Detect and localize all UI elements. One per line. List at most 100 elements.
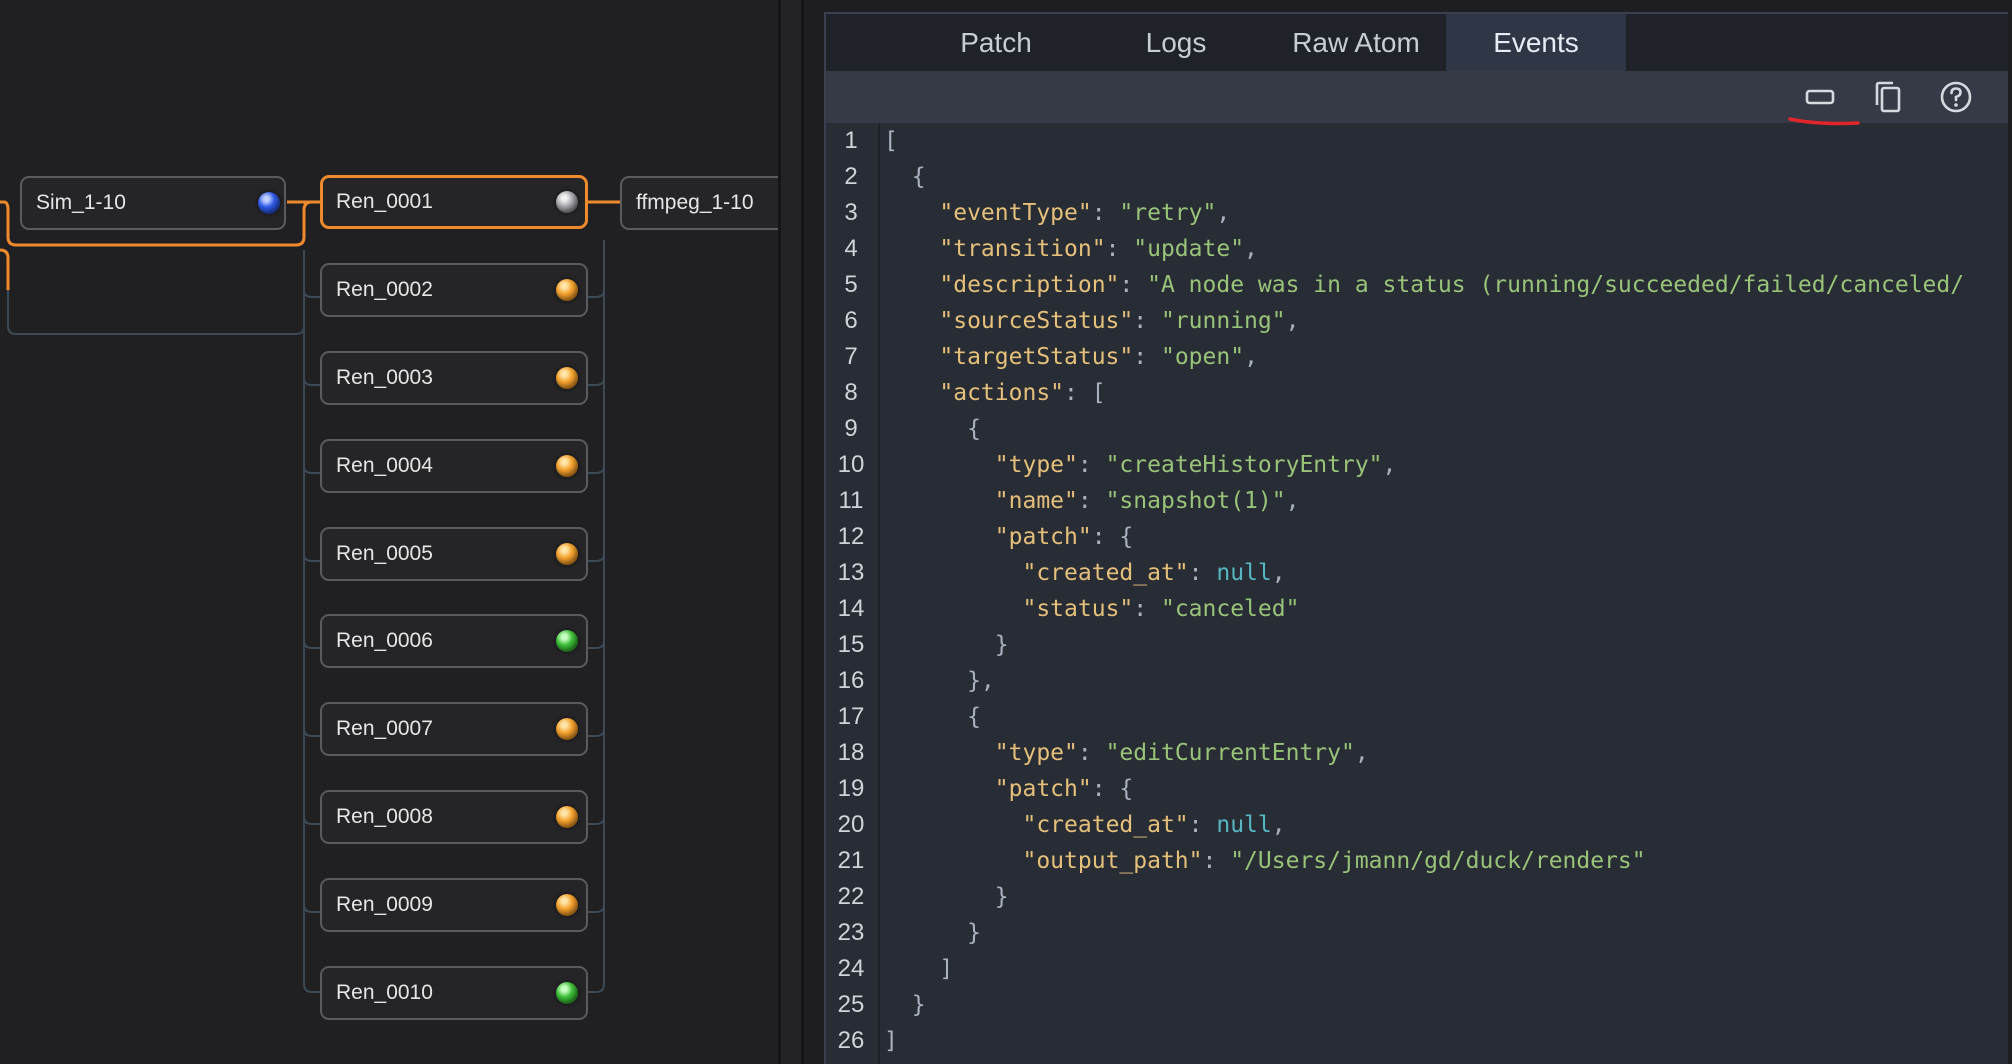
line-number: 26 (837, 1027, 865, 1054)
line-number: 6 (844, 307, 858, 334)
code-token: { (884, 416, 981, 442)
line-number: 3 (844, 199, 858, 226)
code-token: "A node was in a status (running/succeed… (1147, 272, 1965, 298)
status-led-icon (556, 894, 578, 916)
status-led-icon (556, 982, 578, 1004)
line-number: 20 (837, 811, 865, 838)
line-number-gutter: 1 2 3 4 5 6 7 8 9 10 11 12 13 14 15 16 17 18 19 20 21 22 23 24 2… (826, 123, 876, 1059)
status-led-icon (556, 367, 578, 389)
status-led-icon (556, 630, 578, 652)
code-token: "patch" (994, 776, 1092, 802)
status-led-icon (556, 455, 578, 477)
node-ren-0005[interactable]: Ren_0005 (320, 527, 588, 581)
code-line: "output_path": "/Users/jmann/gd/duck/ren… (884, 843, 2008, 879)
code-token: : [ (1064, 380, 1106, 406)
node-label: Ren_0003 (336, 366, 433, 389)
node-graph[interactable]: Sim_1-10 Ren_0001 ffmpeg_1-10 Ren_0002 R… (0, 0, 790, 1064)
code-token: "/Users/jmann/gd/duck/renders" (1230, 848, 1646, 874)
line-number: 4 (844, 235, 858, 262)
code-token: } (884, 632, 1009, 658)
copy-icon[interactable] (1870, 79, 1906, 115)
code-token: } (884, 992, 926, 1018)
node-ren-0001[interactable]: Ren_0001 (320, 175, 588, 229)
code-line: "name": "snapshot(1)", (884, 483, 2008, 519)
line-number: 16 (837, 667, 865, 694)
node-ren-0003[interactable]: Ren_0003 (320, 351, 588, 405)
code-viewer[interactable]: 1 2 3 4 5 6 7 8 9 10 11 12 13 14 15 16 17 18 19 20 21 22 23 24 2… (826, 123, 2008, 1064)
node-ren-0009[interactable]: Ren_0009 (320, 878, 588, 932)
node-ren-0004[interactable]: Ren_0004 (320, 439, 588, 493)
line-number: 2 (844, 163, 858, 190)
node-ren-0008[interactable]: Ren_0008 (320, 790, 588, 844)
code-token: , (1285, 488, 1300, 514)
tab-bar: Patch Logs Raw Atom Events (826, 14, 2008, 71)
tab-events[interactable]: Events (1446, 14, 1626, 71)
line-number: 19 (837, 775, 865, 802)
code-token: "type" (994, 740, 1078, 766)
tab-patch[interactable]: Patch (906, 14, 1086, 71)
code-line: "created_at": null, (884, 807, 2008, 843)
code-line: "patch": { (884, 771, 2008, 807)
line-number: 18 (837, 739, 865, 766)
code-token: "sourceStatus" (939, 308, 1134, 334)
pane-splitter[interactable] (778, 0, 804, 1064)
code-token: , (1354, 740, 1369, 766)
code-token: { (884, 704, 981, 730)
code-token: , (1382, 452, 1397, 478)
node-ren-0010[interactable]: Ren_0010 (320, 966, 588, 1020)
code-token: "status" (1022, 596, 1134, 622)
code-token: "actions" (939, 380, 1065, 406)
node-label: Ren_0004 (336, 454, 433, 477)
code-line: { (884, 699, 2008, 735)
code-token: : (1091, 200, 1120, 226)
node-ffmpeg-1-10[interactable]: ffmpeg_1-10 (620, 176, 790, 230)
line-number: 9 (844, 415, 858, 442)
code-token: "update" (1133, 236, 1245, 262)
status-led-icon (556, 718, 578, 740)
gutter-divider (878, 123, 880, 1064)
tab-raw-atom[interactable]: Raw Atom (1266, 14, 1446, 71)
tab-logs[interactable]: Logs (1086, 14, 1266, 71)
status-led-icon (556, 191, 578, 213)
line-number: 11 (838, 487, 864, 514)
node-label: Sim_1-10 (36, 191, 126, 214)
code-line: { (884, 159, 2008, 195)
code-token: "created_at" (1022, 812, 1189, 838)
code-token: "editCurrentEntry" (1105, 740, 1355, 766)
code-line: "sourceStatus": "running", (884, 303, 2008, 339)
node-label: Ren_0002 (336, 278, 433, 301)
code-line: } (884, 987, 2008, 1023)
node-sim-1-10[interactable]: Sim_1-10 (20, 176, 286, 230)
node-ren-0007[interactable]: Ren_0007 (320, 702, 588, 756)
code-token: , (1244, 344, 1258, 370)
node-label: Ren_0001 (336, 190, 433, 213)
code-token: : { (1091, 776, 1134, 802)
node-label: Ren_0010 (336, 981, 433, 1004)
collapse-icon[interactable] (1802, 79, 1838, 115)
node-ren-0002[interactable]: Ren_0002 (320, 263, 588, 317)
line-number: 14 (837, 595, 865, 622)
code-line: "actions": [ (884, 375, 2008, 411)
code-line: }, (884, 663, 2008, 699)
node-label: Ren_0005 (336, 542, 433, 565)
node-label: ffmpeg_1-10 (636, 191, 754, 214)
code-line: "transition": "update", (884, 231, 2008, 267)
code-line: "patch": { (884, 519, 2008, 555)
code-token: : (1202, 848, 1231, 874)
code-token: "running" (1160, 308, 1286, 334)
line-number: 17 (837, 703, 865, 730)
node-ren-0006[interactable]: Ren_0006 (320, 614, 588, 668)
code-token: { (884, 164, 926, 190)
code-line: "type": "createHistoryEntry", (884, 447, 2008, 483)
help-icon[interactable] (1938, 79, 1974, 115)
code-token: ] (884, 956, 954, 982)
line-number: 10 (837, 451, 865, 478)
